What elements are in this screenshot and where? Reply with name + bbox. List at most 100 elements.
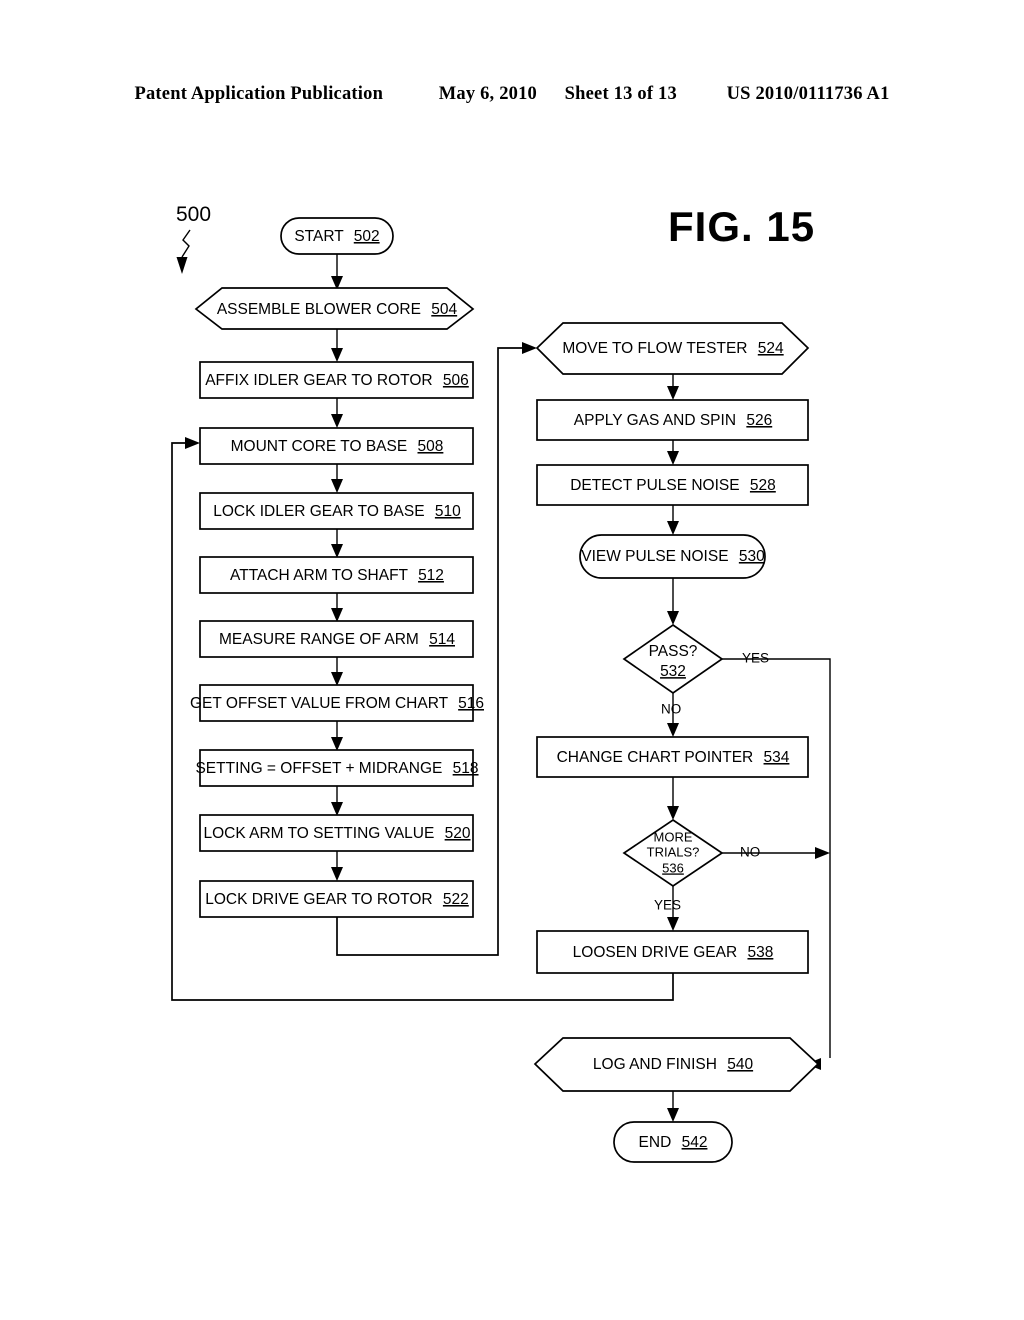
node-526-number: 526 (746, 412, 772, 429)
node-514-number: 514 (429, 631, 455, 648)
node-530-view-pulse-noise[interactable]: VIEW PULSE NOISE 530 (579, 534, 766, 579)
node-516-label: GET OFFSET VALUE FROM CHART (190, 695, 449, 712)
node-522-label: LOCK DRIVE GEAR TO ROTOR (205, 891, 432, 908)
node-532-pass-decision[interactable]: PASS? 532 (622, 623, 724, 695)
node-530-number: 530 (739, 548, 765, 565)
node-512-label: ATTACH ARM TO SHAFT (230, 567, 409, 584)
svg-text:END 542: END 542 (639, 1134, 708, 1151)
svg-text:MOUNT CORE TO BASE 508: MOUNT CORE TO BASE 508 (231, 438, 444, 455)
svg-text:SETTING = OFFSET + MIDRANGE: SETTING = OFFSET + MIDRANGE 518 (195, 760, 478, 777)
svg-text:LOCK DRIVE GEAR TO ROTOR: LOCK DRIVE GEAR TO ROTOR 522 (205, 891, 469, 908)
node-508-number: 508 (418, 438, 444, 455)
node-536-label-line2: TRIALS? (647, 844, 700, 859)
branch-label-pass-no: NO (661, 702, 681, 717)
node-510-number: 510 (435, 503, 461, 520)
connector-536-no-to-rail (722, 847, 830, 859)
node-516-number: 516 (458, 695, 484, 712)
node-504-label: ASSEMBLE BLOWER CORE (217, 301, 421, 318)
connector-534-to-536 (667, 777, 679, 820)
svg-text:LOCK IDLER GEAR TO BASE: LOCK IDLER GEAR TO BASE 510 (213, 503, 461, 520)
node-540-label: LOG AND FINISH (593, 1056, 717, 1073)
svg-text:LOG AND FINISH 540: LOG AND FINISH 540 (593, 1056, 754, 1073)
node-534-label: CHANGE CHART POINTER (557, 749, 754, 766)
node-510-label: LOCK IDLER GEAR TO BASE (213, 503, 424, 520)
connector-530-to-532 (667, 578, 679, 625)
connector-528-to-530 (667, 505, 679, 535)
node-506-affix-idler-gear-to-rotor[interactable]: AFFIX IDLER GEAR TO ROTOR 506 (199, 361, 474, 399)
node-524-move-to-flow-tester[interactable]: MOVE TO FLOW TESTER 524 (535, 322, 810, 375)
connector-540-to-542 (667, 1091, 679, 1122)
svg-text:GET OFFSET VALUE FROM CHART: GET OFFSET VALUE FROM CHART 516 (190, 695, 484, 712)
node-522-number: 522 (443, 891, 469, 908)
svg-text:CHANGE CHART POINTER 534: CHANGE CHART POINTER 534 (557, 749, 790, 766)
connector-504-to-506 (331, 329, 343, 362)
node-502-start[interactable]: START 502 (280, 217, 394, 255)
connector-510-to-512 (331, 529, 343, 558)
connector-524-to-526 (667, 374, 679, 400)
node-542-end[interactable]: END 542 (613, 1121, 733, 1163)
branch-label-more-trials-yes: YES (654, 898, 681, 913)
branch-label-more-trials-no: NO (740, 845, 760, 860)
node-534-number: 534 (764, 749, 790, 766)
node-528-label: DETECT PULSE NOISE (570, 477, 739, 494)
node-522-lock-drive-gear-to-rotor[interactable]: LOCK DRIVE GEAR TO ROTOR 522 (199, 880, 474, 918)
node-504-assemble-blower-core[interactable]: ASSEMBLE BLOWER CORE 504 (194, 287, 475, 330)
connector-508-to-510 (331, 464, 343, 493)
svg-text:START 502: START 502 (294, 228, 379, 245)
connector-514-to-516 (331, 657, 343, 686)
node-508-mount-core-to-base[interactable]: MOUNT CORE TO BASE 508 (199, 427, 474, 465)
node-542-number: 542 (682, 1134, 708, 1151)
node-534-change-chart-pointer[interactable]: CHANGE CHART POINTER 534 (536, 736, 809, 778)
node-526-apply-gas-and-spin[interactable]: APPLY GAS AND SPIN 526 (536, 399, 809, 441)
node-506-label: AFFIX IDLER GEAR TO ROTOR (205, 372, 432, 389)
svg-text:ATTACH ARM TO SHAFT 512: ATTACH ARM TO SHAFT 512 (230, 567, 444, 584)
node-512-number: 512 (418, 567, 444, 584)
connector-512-to-514 (331, 593, 343, 622)
node-526-label: APPLY GAS AND SPIN (574, 412, 736, 429)
node-520-number: 520 (445, 825, 471, 842)
node-524-label: MOVE TO FLOW TESTER (562, 340, 747, 357)
node-532-number: 532 (660, 663, 686, 680)
node-516-get-offset-value-from-chart[interactable]: GET OFFSET VALUE FROM CHART 516 (190, 684, 484, 722)
node-540-number: 540 (727, 1056, 753, 1073)
node-508-label: MOUNT CORE TO BASE (231, 438, 408, 455)
node-518-setting-equals-offset-plus-midrange[interactable]: SETTING = OFFSET + MIDRANGE 518 (195, 749, 479, 787)
node-530-label: VIEW PULSE NOISE (581, 548, 728, 565)
connector-526-to-528 (667, 440, 679, 465)
svg-text:LOCK ARM TO SETTING VALUE: LOCK ARM TO SETTING VALUE 520 (203, 825, 470, 842)
node-520-lock-arm-to-setting-value[interactable]: LOCK ARM TO SETTING VALUE 520 (199, 814, 474, 852)
connector-516-to-518 (331, 721, 343, 751)
connector-518-to-520 (331, 786, 343, 816)
node-542-label: END (639, 1134, 672, 1151)
connector-502-to-504 (331, 254, 343, 290)
node-536-more-trials-decision[interactable]: MORE TRIALS? 536 (622, 818, 724, 888)
node-510-lock-idler-gear-to-base[interactable]: LOCK IDLER GEAR TO BASE 510 (199, 492, 474, 530)
node-512-attach-arm-to-shaft[interactable]: ATTACH ARM TO SHAFT 512 (199, 556, 474, 594)
node-502-number: 502 (354, 228, 380, 245)
connector-506-to-508 (331, 398, 343, 428)
node-540-log-and-finish[interactable]: LOG AND FINISH 540 (533, 1037, 820, 1092)
svg-text:MEASURE RANGE OF ARM 514: MEASURE RANGE OF ARM 514 (219, 631, 455, 648)
node-514-measure-range-of-arm[interactable]: MEASURE RANGE OF ARM 514 (199, 620, 474, 658)
connector-520-to-522 (331, 851, 343, 881)
connector-532-yes-to-rail (722, 658, 831, 1058)
node-502-label: START (294, 228, 344, 245)
node-538-loosen-drive-gear[interactable]: LOOSEN DRIVE GEAR 538 (536, 930, 809, 974)
node-506-number: 506 (443, 372, 469, 389)
node-518-label: SETTING = OFFSET + MIDRANGE (195, 760, 442, 777)
node-504-number: 504 (431, 301, 457, 318)
svg-text:AFFIX IDLER GEAR TO ROTOR: AFFIX IDLER GEAR TO ROTOR 506 (205, 372, 469, 389)
node-518-number: 518 (453, 760, 479, 777)
node-538-number: 538 (747, 944, 773, 961)
node-528-detect-pulse-noise[interactable]: DETECT PULSE NOISE 528 (536, 464, 809, 506)
node-536-label-line1: MORE (654, 829, 693, 844)
node-538-label: LOOSEN DRIVE GEAR (573, 944, 738, 961)
flowchart-diagram: START 502 ASSEMBLE BLOWER CORE 504 AFFIX… (171, 217, 831, 1163)
node-536-number: 536 (662, 860, 684, 875)
node-532-label: PASS? (649, 643, 698, 660)
node-514-label: MEASURE RANGE OF ARM (219, 631, 419, 648)
node-528-number: 528 (750, 477, 776, 494)
svg-text:ASSEMBLE BLOWER CORE 504: ASSEMBLE BLOWER CORE 504 (217, 301, 458, 318)
node-520-label: LOCK ARM TO SETTING VALUE (203, 825, 434, 842)
svg-text:MOVE TO FLOW TESTER 524: MOVE TO FLOW TESTER 524 (562, 340, 784, 357)
